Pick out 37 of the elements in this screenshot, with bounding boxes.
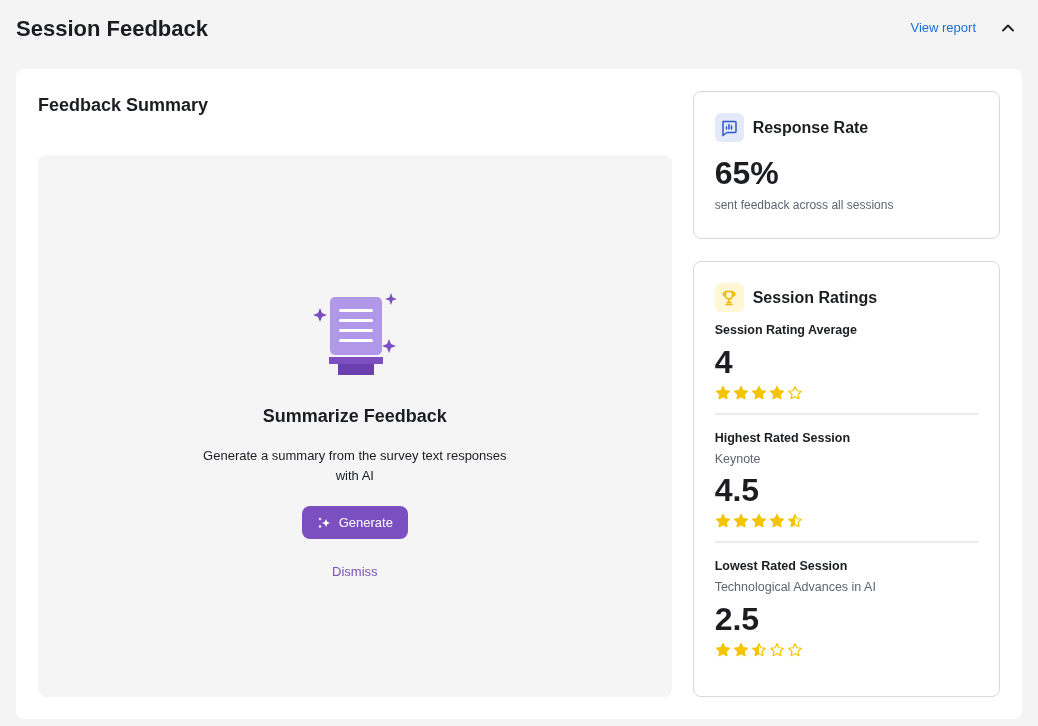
view-report-link[interactable]: View report bbox=[910, 18, 976, 38]
rating-value: 4 bbox=[714, 342, 734, 382]
empty-star-icon bbox=[786, 641, 803, 658]
card-title: Session Ratings bbox=[752, 287, 878, 308]
star-icon bbox=[714, 513, 731, 530]
trophy-icon bbox=[714, 283, 744, 312]
star-icon bbox=[768, 384, 785, 401]
card-title: Response Rate bbox=[752, 117, 869, 138]
half-star-icon bbox=[786, 513, 803, 530]
generate-button[interactable]: Generate bbox=[301, 506, 408, 539]
star-icon bbox=[732, 641, 749, 658]
star-icon bbox=[714, 384, 731, 401]
empty-star-icon bbox=[786, 384, 803, 401]
response-rate-value: 65% bbox=[714, 154, 780, 193]
rating-label: Lowest Rated Session bbox=[714, 558, 849, 576]
summary-description: Generate a summary from the survey text responses with AI bbox=[202, 447, 508, 485]
chart-message-icon bbox=[714, 113, 744, 142]
dismiss-link[interactable]: Dismiss bbox=[332, 562, 378, 582]
rating-label: Session Rating Average bbox=[714, 322, 858, 339]
response-rate-caption: sent feedback across all sessions bbox=[714, 197, 895, 214]
half-star-icon bbox=[750, 641, 767, 658]
star-icon bbox=[750, 384, 767, 401]
empty-star-icon bbox=[768, 641, 785, 658]
session-name: Keynote bbox=[714, 450, 762, 468]
star-icon bbox=[732, 513, 749, 530]
section-title: Feedback Summary bbox=[38, 94, 210, 117]
summary-heading: Summarize Feedback bbox=[262, 405, 447, 428]
star-icon bbox=[732, 384, 749, 401]
page-title: Session Feedback bbox=[16, 14, 208, 43]
session-name: Technological Advances in AI bbox=[714, 579, 877, 596]
rating-value: 2.5 bbox=[714, 599, 761, 639]
star-icon bbox=[750, 513, 767, 530]
star-icon bbox=[768, 513, 785, 530]
star-icon bbox=[714, 641, 731, 658]
rating-label: Highest Rated Session bbox=[714, 429, 852, 447]
rating-value: 4.5 bbox=[714, 471, 761, 511]
sparkle-icon bbox=[316, 515, 331, 530]
